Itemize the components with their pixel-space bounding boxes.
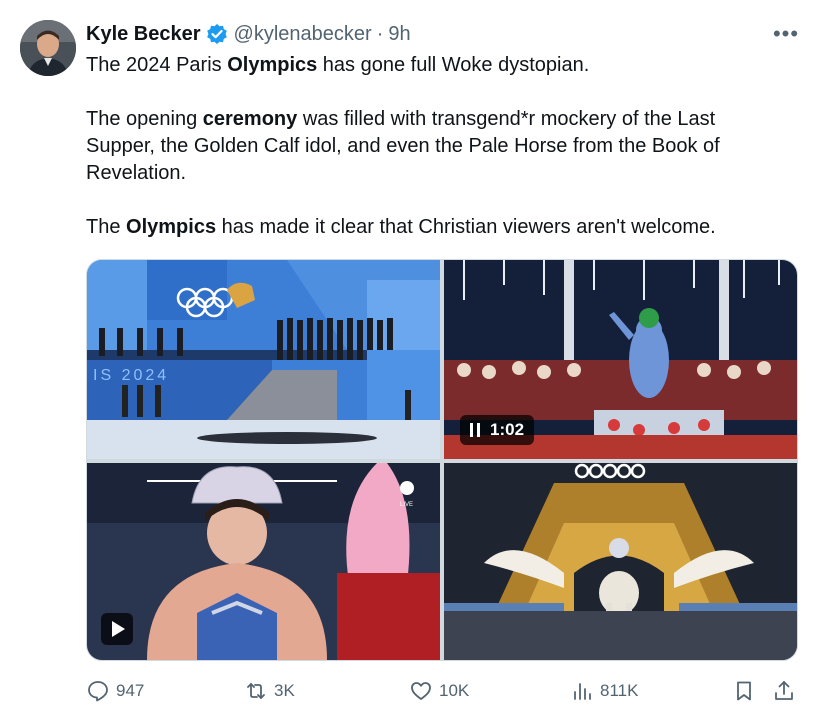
like-button[interactable]: 10K (409, 676, 469, 706)
hashtag-highlight[interactable]: Olympics (126, 216, 216, 238)
share-icon (775, 681, 793, 700)
views-chart-icon (574, 683, 591, 700)
verified-badge-icon (206, 23, 228, 45)
hashtag-highlight[interactable]: ceremony (203, 108, 298, 130)
avatar[interactable] (20, 20, 76, 76)
video-duration-badge[interactable]: 1:02 (460, 415, 535, 445)
tweet-header: Kyle Becker @kylenabecker · 9h (86, 20, 411, 48)
tweet-paragraph: The opening ceremony was filled with tra… (86, 106, 786, 187)
separator-dot: · (376, 22, 384, 45)
tweet-text: The 2024 Paris Olympics has gone full Wo… (86, 52, 786, 268)
author-name[interactable]: Kyle Becker (86, 23, 201, 46)
author-handle[interactable]: @kylenabecker (234, 23, 372, 46)
text-run: has made it clear that Christian viewers… (216, 216, 716, 238)
repost-count: 3K (274, 681, 295, 700)
text-run: has gone full Woke dystopian. (317, 54, 590, 76)
reply-icon (88, 681, 108, 702)
more-options-icon[interactable]: ••• (772, 23, 800, 45)
tweet-paragraph: The 2024 Paris Olympics has gone full Wo… (86, 52, 786, 79)
media-video-performer[interactable]: 1:02 (444, 260, 797, 459)
media-image-stage[interactable]: IS 2024 (87, 260, 440, 459)
reply-button[interactable]: 947 (86, 676, 144, 706)
heart-icon (411, 682, 431, 700)
play-button-icon[interactable] (101, 613, 133, 645)
timestamp[interactable]: 9h (388, 23, 410, 46)
text-run: The 2024 Paris (86, 54, 228, 76)
stage-banner-text: IS 2024 (93, 367, 169, 384)
tweet-actions: 947 3K 10K 811K (86, 676, 798, 706)
media-image-headdress[interactable]: LIVE (87, 463, 440, 660)
reply-count: 947 (116, 681, 145, 700)
hashtag-highlight[interactable]: Olympics (227, 54, 317, 76)
tweet-paragraph: The Olympics has made it clear that Chri… (86, 214, 786, 241)
view-count: 811K (600, 681, 639, 700)
pause-icon[interactable] (470, 423, 480, 437)
repost-icon (247, 683, 265, 699)
like-count: 10K (439, 681, 470, 700)
bookmark-icon (737, 681, 751, 701)
broadcaster-bug: LIVE (400, 502, 413, 508)
media-grid: IS 2024 1:02 LIVE (86, 259, 798, 661)
video-duration: 1:02 (490, 420, 525, 439)
share-button[interactable] (772, 676, 802, 706)
views-button[interactable]: 811K (570, 676, 638, 706)
bookmark-button[interactable] (732, 676, 762, 706)
repost-button[interactable]: 3K (244, 676, 295, 706)
text-run: The opening (86, 108, 203, 130)
text-run: The (86, 216, 127, 238)
media-image-eiffel[interactable] (444, 463, 797, 660)
